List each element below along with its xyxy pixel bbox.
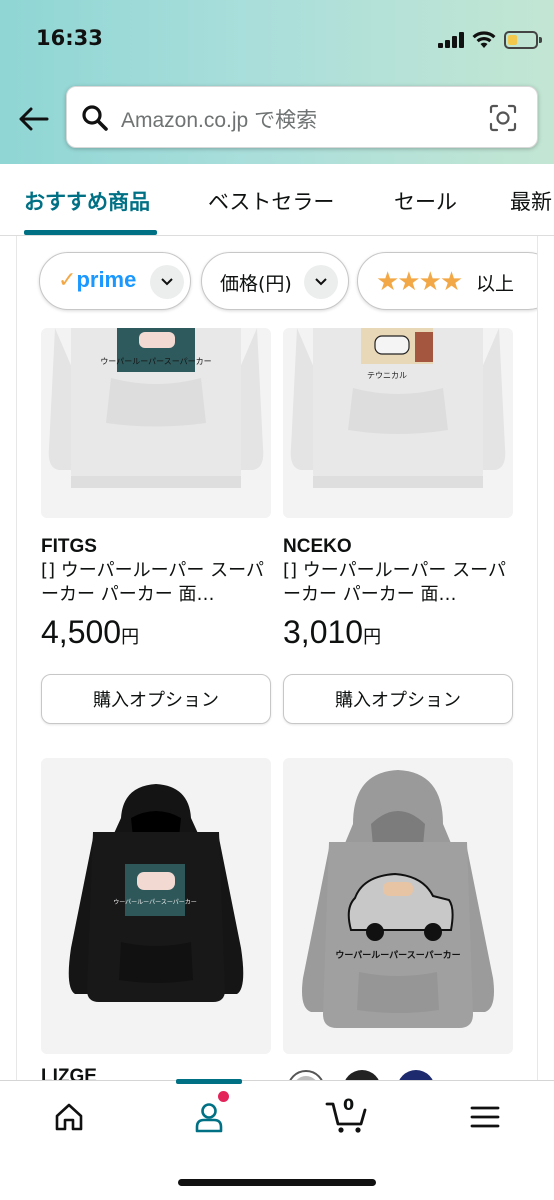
battery-icon (504, 31, 542, 49)
home-icon (55, 1103, 83, 1131)
camera-search-icon[interactable] (489, 104, 517, 132)
active-nav-indicator (176, 1079, 242, 1084)
search-icon (82, 105, 108, 131)
filter-bar: ✓prime 価格(円) ★★★★ 以上 (17, 236, 537, 328)
cellular-signal-icon (438, 32, 464, 48)
status-time: 16:33 (36, 26, 103, 50)
price-filter[interactable]: 価格(円) (201, 252, 349, 310)
chevron-down-icon (304, 265, 338, 299)
hoodie-image: テウニカル (290, 328, 506, 488)
search-placeholder: Amazon.co.jp で検索 (121, 109, 318, 132)
product-image[interactable]: ウーパールーパースーパーカー (41, 328, 271, 518)
tab-recommended[interactable]: おすすめ商品 (24, 186, 150, 216)
product-results[interactable]: ウーパールーパースーパーカー FITGS [] ウーパールーパー スーパーカー … (16, 236, 538, 1082)
buy-options-button[interactable]: 購入オプション (283, 674, 513, 724)
bottom-navigation: 0 (0, 1079, 554, 1200)
hoodie-image: ウーパールーパースーパーカー (68, 784, 244, 1002)
product-brand: FITGS (41, 536, 97, 557)
product-image[interactable]: テウニカル (283, 328, 513, 518)
cart-count: 0 (343, 1095, 355, 1114)
account-icon (195, 1103, 223, 1133)
status-bar: 16:33 (0, 0, 554, 80)
print-text: ウーパールーパースーパーカー (113, 898, 197, 906)
home-indicator (178, 1179, 376, 1186)
product-price: 4,500円 (41, 614, 140, 650)
tab-newest[interactable]: 最新 (510, 186, 552, 216)
rating-filter-label: 以上 (476, 273, 515, 295)
hoodie-image: ウーパールーパースーパーカー (302, 770, 494, 1028)
back-button[interactable] (16, 102, 50, 136)
wifi-icon (472, 31, 496, 48)
product-image[interactable]: ウーパールーパースーパーカー (283, 758, 513, 1054)
product-title[interactable]: [] ウーパールーパー スーパーカー パーカー 面… (283, 559, 513, 607)
product-title[interactable]: [] ウーパールーパー スーパーカー パーカー 面… (41, 559, 271, 607)
buy-options-button[interactable]: 購入オプション (41, 674, 271, 724)
print-text: テウニカル (367, 371, 407, 380)
notification-dot (218, 1091, 229, 1102)
prime-logo: ✓prime (58, 267, 137, 293)
back-arrow-icon (19, 107, 49, 131)
menu-button[interactable] (460, 1097, 510, 1137)
product-price: 3,010円 (283, 614, 382, 650)
price-filter-label: 価格(円) (220, 273, 292, 295)
print-text: ウーパールーパースーパーカー (100, 357, 211, 366)
prime-filter[interactable]: ✓prime (39, 252, 191, 310)
search-input[interactable]: Amazon.co.jp で検索 (66, 86, 538, 148)
print-text: ウーパールーパースーパーカー (335, 949, 460, 961)
chevron-down-icon (150, 265, 184, 299)
rating-filter[interactable]: ★★★★ 以上 (357, 252, 537, 310)
hoodie-image: ウーパールーパースーパーカー (48, 328, 264, 488)
product-image[interactable]: ウーパールーパースーパーカー (41, 758, 271, 1054)
product-brand: NCEKO (283, 536, 352, 557)
home-button[interactable] (44, 1097, 94, 1137)
menu-icon (470, 1106, 500, 1128)
account-button[interactable] (184, 1097, 234, 1137)
tab-bestseller[interactable]: ベストセラー (208, 186, 334, 216)
star-rating-icon: ★★★★ (376, 267, 463, 297)
active-tab-indicator (24, 230, 157, 235)
category-tabs: おすすめ商品 ベストセラー セール 最新 (0, 164, 554, 236)
tab-sale[interactable]: セール (394, 186, 457, 216)
header: 16:33 Amazon.co.jp で検索 (0, 0, 554, 164)
